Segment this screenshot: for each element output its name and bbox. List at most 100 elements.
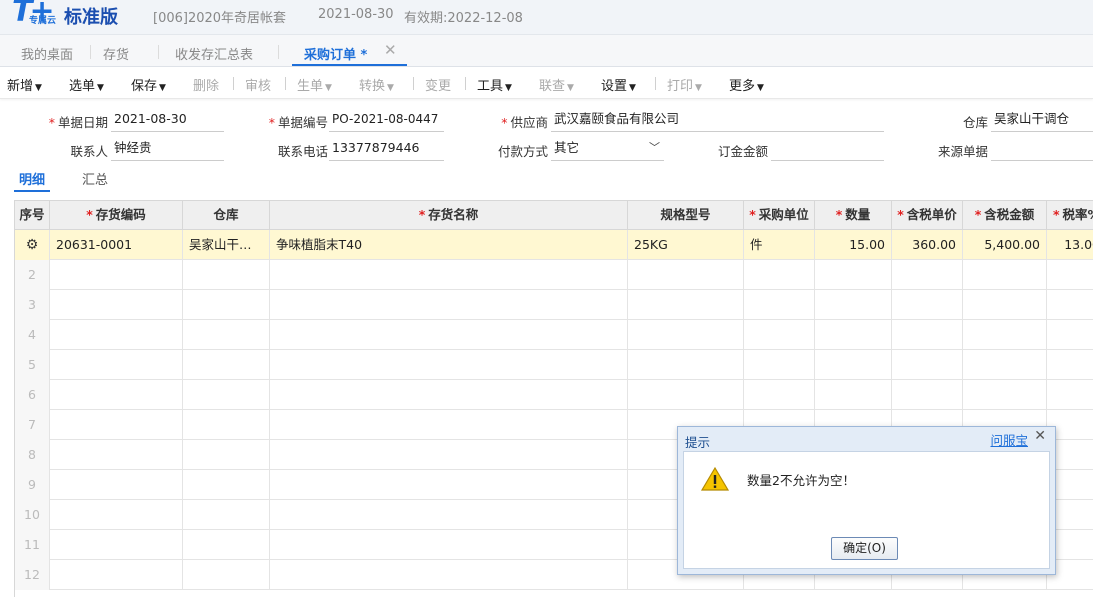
col-amount[interactable]: * 含税金额 (963, 201, 1047, 230)
cell-tax[interactable] (1047, 320, 1093, 350)
cell-spec[interactable] (628, 260, 744, 290)
cell-code[interactable]: 20631-0001 (50, 230, 183, 260)
add-button[interactable]: 新增 ▼ (7, 75, 42, 94)
select-button[interactable]: 选单 ▼ (69, 75, 104, 94)
cell-code[interactable] (50, 380, 183, 410)
help-link[interactable]: 问服宝 (990, 430, 1028, 449)
cell-amount[interactable] (963, 290, 1047, 320)
cell-wh[interactable] (183, 380, 270, 410)
cell-wh[interactable] (183, 320, 270, 350)
doc-no-field[interactable]: PO-2021-08-0447 (329, 110, 444, 132)
cell-wh[interactable]: 吴家山干调仓 (183, 230, 270, 260)
cell-price[interactable] (892, 380, 963, 410)
cell-code[interactable] (50, 470, 183, 500)
table-row[interactable]: 5 (15, 350, 1093, 380)
cell-wh[interactable] (183, 470, 270, 500)
cell-name[interactable] (270, 380, 628, 410)
save-button[interactable]: 保存 ▼ (131, 75, 166, 94)
cell-unit[interactable] (744, 380, 815, 410)
cell-name[interactable] (270, 290, 628, 320)
cell-code[interactable] (50, 560, 183, 590)
cell-wh[interactable] (183, 560, 270, 590)
cell-price[interactable] (892, 350, 963, 380)
contact-field[interactable]: 钟经贵 (111, 139, 224, 161)
cell-qty[interactable]: 15.00 (815, 230, 892, 260)
tools-button[interactable]: 工具 ▼ (477, 75, 512, 94)
cell-wh[interactable] (183, 530, 270, 560)
account-name[interactable]: [006]2020年奇居帐套 (153, 7, 286, 26)
col-name[interactable]: * 存货名称 (270, 201, 628, 230)
cell-name[interactable] (270, 440, 628, 470)
cell-tax[interactable]: 13.00 (1047, 230, 1093, 260)
cell-price[interactable] (892, 320, 963, 350)
cell-unit[interactable] (744, 320, 815, 350)
cell-unit[interactable] (744, 260, 815, 290)
cell-code[interactable] (50, 530, 183, 560)
col-price[interactable]: * 含税单价 (892, 201, 963, 230)
table-row[interactable]: 6 (15, 380, 1093, 410)
col-spec[interactable]: 规格型号 (628, 201, 744, 230)
generate-button[interactable]: 生单 ▼ (297, 75, 332, 94)
phone-field[interactable]: 13377879446 (329, 139, 444, 161)
warehouse-field[interactable]: 吴家山干调仓 (991, 110, 1093, 132)
cell-spec[interactable] (628, 290, 744, 320)
col-qty[interactable]: * 数量 (815, 201, 892, 230)
cell-name[interactable] (270, 350, 628, 380)
cell-price[interactable] (892, 260, 963, 290)
table-row[interactable]: 3 (15, 290, 1093, 320)
close-icon[interactable]: ✕ (384, 41, 397, 59)
cell-tax[interactable] (1047, 260, 1093, 290)
cell-name[interactable] (270, 470, 628, 500)
doc-date-field[interactable]: 2021-08-30 (111, 110, 224, 132)
cell-tax[interactable] (1047, 380, 1093, 410)
audit-button[interactable]: 审核 (245, 75, 271, 94)
cell-qty[interactable] (815, 380, 892, 410)
table-row[interactable]: ⚙ 20631-0001 吴家山干调仓 争味植脂末T40 25KG 件 15.00 360.0… (15, 230, 1093, 260)
cell-qty[interactable] (815, 260, 892, 290)
col-tax[interactable]: *税率% (1047, 201, 1093, 230)
cell-tax[interactable] (1047, 290, 1093, 320)
print-button[interactable]: 打印 ▼ (667, 75, 702, 94)
cell-unit[interactable] (744, 350, 815, 380)
tab-detail[interactable]: 明细 (19, 169, 45, 188)
cell-code[interactable] (50, 440, 183, 470)
cell-name[interactable] (270, 560, 628, 590)
close-icon[interactable]: ✕ (1034, 428, 1046, 444)
cell-spec[interactable] (628, 380, 744, 410)
cell-wh[interactable] (183, 500, 270, 530)
table-row[interactable]: 2 (15, 260, 1093, 290)
cell-name[interactable]: 争味植脂末T40 (270, 230, 628, 260)
cell-unit[interactable]: 件 (744, 230, 815, 260)
tab-desktop[interactable]: 我的桌面 (21, 44, 73, 63)
linked-query-button[interactable]: 联查 ▼ (539, 75, 574, 94)
cell-amount[interactable]: 5,400.00 (963, 230, 1047, 260)
cell-spec[interactable] (628, 320, 744, 350)
cell-amount[interactable] (963, 320, 1047, 350)
cell-wh[interactable] (183, 290, 270, 320)
tab-summary[interactable]: 汇总 (82, 169, 108, 188)
cell-tax[interactable] (1047, 350, 1093, 380)
cell-code[interactable] (50, 260, 183, 290)
col-warehouse[interactable]: 仓库 (183, 201, 270, 230)
cell-name[interactable] (270, 530, 628, 560)
ok-button[interactable]: 确定(O) (831, 537, 898, 560)
supplier-field[interactable]: 武汉嘉颐食品有限公司 (551, 110, 884, 132)
cell-wh[interactable] (183, 350, 270, 380)
payment-select[interactable]: 其它 ﹀ (551, 139, 664, 161)
cell-code[interactable] (50, 290, 183, 320)
cell-qty[interactable] (815, 350, 892, 380)
cell-name[interactable] (270, 410, 628, 440)
cell-qty[interactable] (815, 320, 892, 350)
delete-button[interactable]: 删除 (193, 75, 219, 94)
cell-spec[interactable]: 25KG (628, 230, 744, 260)
more-button[interactable]: 更多 ▼ (729, 75, 764, 94)
cell-wh[interactable] (183, 440, 270, 470)
cell-name[interactable] (270, 320, 628, 350)
cell-code[interactable] (50, 410, 183, 440)
cell-price[interactable]: 360.00 (892, 230, 963, 260)
table-row[interactable]: 4 (15, 320, 1093, 350)
cell-price[interactable] (892, 290, 963, 320)
col-unit[interactable]: * 采购单位 (744, 201, 815, 230)
change-button[interactable]: 变更 (425, 75, 451, 94)
cell-unit[interactable] (744, 290, 815, 320)
